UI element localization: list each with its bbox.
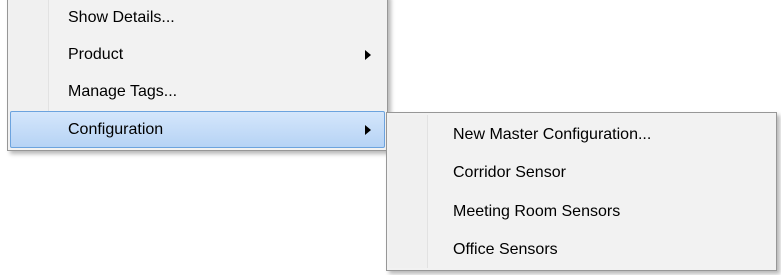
menu-item-label: Product [68,46,124,63]
submenu-item-meeting-room-sensors[interactable]: Meeting Room Sensors [389,193,774,230]
chevron-right-icon [365,49,371,60]
submenu-item-label: Corridor Sensor [453,164,566,181]
submenu-item-new-master-configuration[interactable]: New Master Configuration... [389,116,774,153]
submenu-item-label: Meeting Room Sensors [453,203,621,220]
menu-item-label: Configuration [68,121,164,138]
chevron-right-icon [365,124,371,135]
menu-item-label: Manage Tags... [68,83,178,100]
menu-item-show-details[interactable]: Show Details... [10,0,385,36]
menu-item-manage-tags[interactable]: Manage Tags... [10,73,385,110]
menu-item-product[interactable]: Product [10,36,385,73]
submenu-item-label: Office Sensors [453,241,558,258]
menu-item-label: Show Details... [68,9,175,26]
submenu-item-office-sensors[interactable]: Office Sensors [389,231,774,268]
submenu-item-label: New Master Configuration... [453,126,652,143]
submenu-item-corridor-sensor[interactable]: Corridor Sensor [389,154,774,191]
menu-item-configuration[interactable]: Configuration [10,111,385,148]
configuration-submenu: New Master Configuration... Corridor Sen… [386,112,777,271]
context-menu: Show Details... Product Manage Tags... C… [7,0,388,151]
